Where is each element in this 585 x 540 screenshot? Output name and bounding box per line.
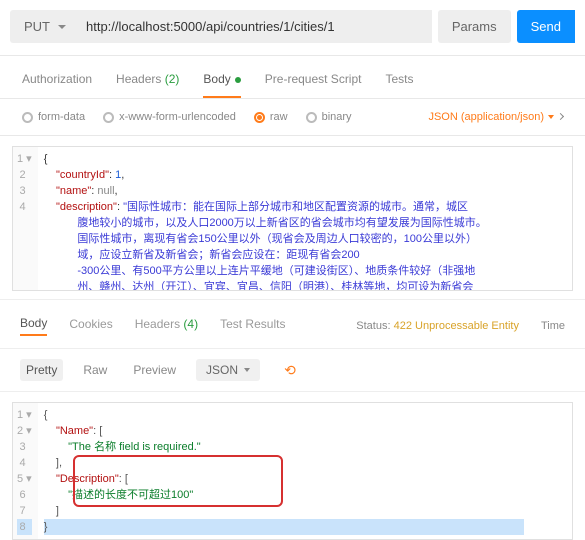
wrap-lines-icon[interactable]: ⟲ [284, 362, 296, 379]
line-gutter: 1 ▾ 2 ▾ 3 4 5 ▾ 6 7 8 [13, 403, 38, 539]
response-view-bar: Pretty Raw Preview JSON ⟲ [0, 348, 585, 392]
view-preview[interactable]: Preview [127, 359, 182, 381]
line-gutter: 1 ▾ 2 3 4 [13, 147, 38, 290]
params-button[interactable]: Params [438, 10, 511, 43]
resp-tab-test-results[interactable]: Test Results [220, 317, 285, 335]
resp-tab-cookies[interactable]: Cookies [69, 317, 112, 335]
chevron-down-icon [548, 115, 554, 119]
request-tabs: Authorization Headers (2) Body Pre-reque… [0, 56, 585, 99]
resp-tab-body[interactable]: Body [20, 316, 47, 336]
status-code: 422 Unprocessable Entity [394, 320, 519, 332]
content-type-select[interactable]: JSON (application/json) [428, 111, 563, 123]
url-input[interactable] [76, 10, 432, 43]
code-area[interactable]: { "countryId": 1, "name": null, "descrip… [38, 147, 493, 290]
status-label: Status: 422 Unprocessable Entity [356, 320, 519, 332]
time-label: Time [541, 320, 565, 332]
tab-prerequest[interactable]: Pre-request Script [265, 66, 362, 98]
chevron-right-icon [557, 113, 564, 120]
tab-body[interactable]: Body [203, 66, 240, 98]
radio-raw[interactable]: raw [254, 111, 288, 123]
chevron-down-icon [58, 25, 66, 29]
code-area: { "Name": [ "The 名称 field is required." … [38, 403, 530, 539]
radio-urlencoded[interactable]: x-www-form-urlencoded [103, 111, 236, 123]
view-pretty[interactable]: Pretty [20, 359, 63, 381]
resp-tab-headers[interactable]: Headers (4) [135, 317, 198, 335]
view-raw[interactable]: Raw [77, 359, 113, 381]
response-tabs: Body Cookies Headers (4) Test Results St… [0, 299, 585, 342]
tab-authorization[interactable]: Authorization [22, 66, 92, 98]
http-method-select[interactable]: PUT [10, 10, 76, 43]
tab-tests[interactable]: Tests [385, 66, 413, 98]
request-body-editor[interactable]: 1 ▾ 2 3 4 { "countryId": 1, "name": null… [12, 146, 573, 291]
radio-binary[interactable]: binary [306, 111, 352, 123]
format-select[interactable]: JSON [196, 359, 260, 381]
modified-dot-icon [235, 77, 241, 83]
response-body-editor[interactable]: 1 ▾ 2 ▾ 3 4 5 ▾ 6 7 8 { "Name": [ "The 名… [12, 402, 573, 540]
chevron-down-icon [244, 368, 250, 372]
body-type-selector: form-data x-www-form-urlencoded raw bina… [0, 99, 585, 136]
radio-form-data[interactable]: form-data [22, 111, 85, 123]
tab-headers[interactable]: Headers (2) [116, 66, 179, 98]
send-button[interactable]: Send [517, 10, 575, 43]
